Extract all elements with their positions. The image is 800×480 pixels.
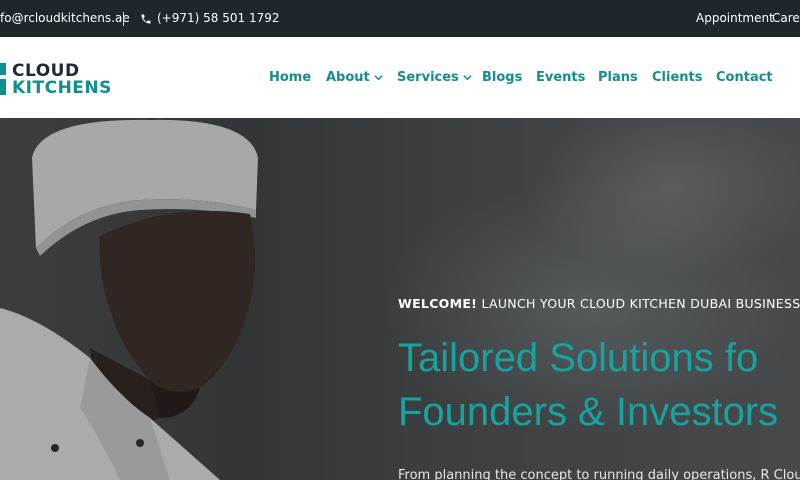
nav-clients[interactable]: Clients: [652, 37, 702, 118]
email-link[interactable]: fo@rcloudkitchens.ae: [0, 0, 130, 37]
hero-headline-line1: Tailored Solutions fo: [398, 336, 759, 380]
nav-label: Clients: [652, 70, 703, 85]
nav-label: Blogs: [482, 70, 523, 85]
brand-name-line2: KITCHENS: [12, 78, 112, 98]
nav-label: Home: [269, 70, 312, 85]
chevron-down-icon: [374, 75, 383, 81]
nav-plans[interactable]: Plans: [598, 37, 638, 118]
phone-number: (+971) 58 501 1792: [157, 11, 280, 25]
nav-label: Events: [536, 70, 586, 85]
nav-home[interactable]: Home: [269, 37, 311, 118]
divider: [123, 12, 124, 26]
hero-section: WELCOME! LAUNCH YOUR CLOUD KITCHEN DUBAI…: [0, 118, 800, 480]
nav-contact[interactable]: Contact: [716, 37, 773, 118]
nav-services[interactable]: Services: [397, 37, 472, 118]
appointment-link[interactable]: Appointment: [696, 0, 774, 37]
nav-events[interactable]: Events: [536, 37, 585, 118]
hero-headline-line2: Founders & Investors: [398, 390, 779, 434]
hero-welcome-text: WELCOME! LAUNCH YOUR CLOUD KITCHEN DUBAI…: [398, 296, 800, 311]
careers-link[interactable]: Care: [772, 0, 800, 37]
phone-icon: [141, 14, 151, 23]
welcome-bold: WELCOME!: [398, 296, 478, 311]
site-header: CLOUD KITCHENS Home About Services Blogs…: [0, 37, 800, 118]
hero-description: From planning the concept to running dai…: [398, 468, 800, 480]
nav-label: Plans: [598, 70, 638, 85]
nav-about[interactable]: About: [326, 37, 383, 118]
phone-link[interactable]: (+971) 58 501 1792: [140, 0, 279, 37]
nav-blogs[interactable]: Blogs: [482, 37, 522, 118]
nav-label: About: [326, 70, 370, 85]
nav-label: Contact: [716, 70, 773, 85]
nav-label: Services: [397, 70, 459, 85]
top-bar: fo@rcloudkitchens.ae (+971) 58 501 1792 …: [0, 0, 800, 37]
welcome-rest: LAUNCH YOUR CLOUD KITCHEN DUBAI BUSINESS…: [481, 296, 800, 311]
logo-mark-icon: [0, 63, 6, 95]
brand-logo[interactable]: CLOUD KITCHENS: [0, 61, 112, 101]
chevron-down-icon: [463, 75, 472, 81]
